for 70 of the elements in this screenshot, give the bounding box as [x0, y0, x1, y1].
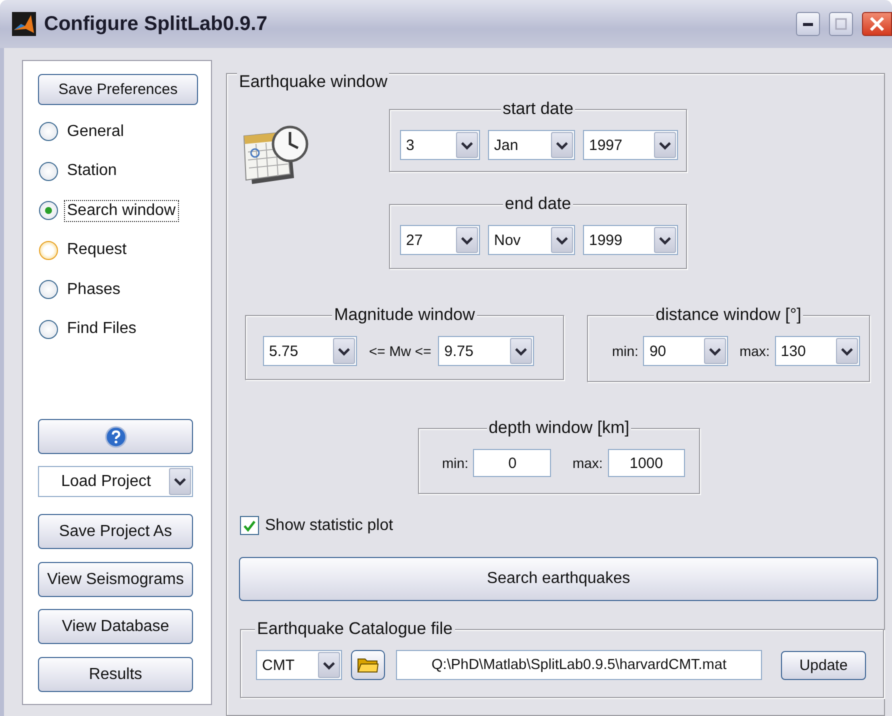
min-depth-field[interactable]: 0 [473, 449, 552, 477]
sidebar-button[interactable]: Save Project As [38, 514, 193, 549]
group-title: Earthquake window [237, 72, 390, 92]
radio-button[interactable] [39, 122, 58, 142]
radio-button[interactable] [39, 201, 58, 220]
caret-icon [456, 227, 478, 253]
close-icon [869, 16, 885, 32]
group-title: distance window [°] [654, 305, 804, 325]
radio-label[interactable]: Phases [64, 278, 124, 301]
checkbox[interactable] [240, 516, 259, 535]
dropdown[interactable]: 130 [774, 336, 860, 366]
load-project-dropdown[interactable]: Load Project [38, 466, 193, 497]
minimize-icon [803, 22, 813, 26]
caret-icon [654, 227, 676, 253]
caret-icon [551, 132, 573, 158]
save-preferences-button[interactable]: Save Preferences [38, 74, 198, 105]
caret-icon [510, 338, 532, 364]
dropdown[interactable]: 1997 [583, 130, 678, 160]
app-icon [12, 12, 36, 36]
checkbox-label: Show statistic plot [265, 516, 394, 534]
dropdown[interactable]: 5.75 [263, 336, 357, 366]
radio-label[interactable]: Station [64, 160, 120, 182]
dropdown[interactable]: 9.75 [438, 336, 534, 366]
group-title: Magnitude window [332, 305, 477, 325]
caret-icon [551, 227, 573, 253]
sidebar-button[interactable]: View Database [38, 609, 193, 644]
radio-label[interactable]: Request [64, 239, 130, 262]
maximize-icon [835, 18, 847, 30]
dropdown[interactable]: 27 [400, 225, 480, 255]
radio-button[interactable] [39, 240, 58, 260]
folder-icon [357, 656, 379, 674]
caret-icon [704, 338, 726, 364]
format-dropdown[interactable]: CMT [256, 650, 342, 680]
radio-button[interactable] [39, 162, 58, 181]
dropdown[interactable]: 3 [400, 130, 480, 160]
help-button[interactable] [38, 419, 193, 454]
group-title: depth window [km] [486, 418, 632, 438]
relation-label: <= Mw <= [369, 343, 432, 359]
dropdown[interactable]: Jan [488, 130, 575, 160]
window-title: Configure SplitLab0.9.7 [44, 12, 268, 36]
caret-icon [456, 132, 478, 158]
caret-icon [169, 468, 191, 495]
dropdown[interactable]: Nov [488, 225, 575, 255]
minimize-button[interactable] [796, 12, 820, 36]
radio-label[interactable]: Find Files [64, 318, 140, 340]
dropdown[interactable]: 90 [643, 336, 728, 366]
max-label: max: [572, 455, 603, 471]
close-button[interactable] [862, 12, 892, 36]
caret-icon [333, 338, 355, 364]
radio-label[interactable]: General [64, 120, 127, 143]
dropdown[interactable]: 1999 [583, 225, 678, 255]
min-label: min: [612, 343, 638, 359]
max-depth-field[interactable]: 1000 [608, 449, 685, 477]
min-label: min: [442, 455, 468, 471]
sidebar-button[interactable]: Results [38, 657, 193, 692]
update-button[interactable]: Update [781, 650, 866, 680]
caret-icon [318, 652, 340, 678]
caret-icon [836, 338, 858, 364]
file-path-field[interactable]: Q:\PhD\Matlab\SplitLab0.9.5\harvardCMT.mat [396, 650, 762, 680]
radio-label[interactable]: Search window [64, 200, 178, 222]
search-earthquakes-button[interactable]: Search earthquakes [239, 557, 878, 601]
folder-button[interactable] [351, 650, 385, 680]
sidebar-button[interactable]: View Seismograms [38, 562, 193, 597]
radio-button[interactable] [39, 280, 58, 300]
maximize-button[interactable] [829, 12, 853, 36]
group-title: Earthquake Catalogue file [255, 619, 455, 639]
caret-icon [654, 132, 676, 158]
help-icon [104, 426, 126, 448]
radio-button[interactable] [39, 320, 58, 339]
max-label: max: [739, 343, 770, 359]
